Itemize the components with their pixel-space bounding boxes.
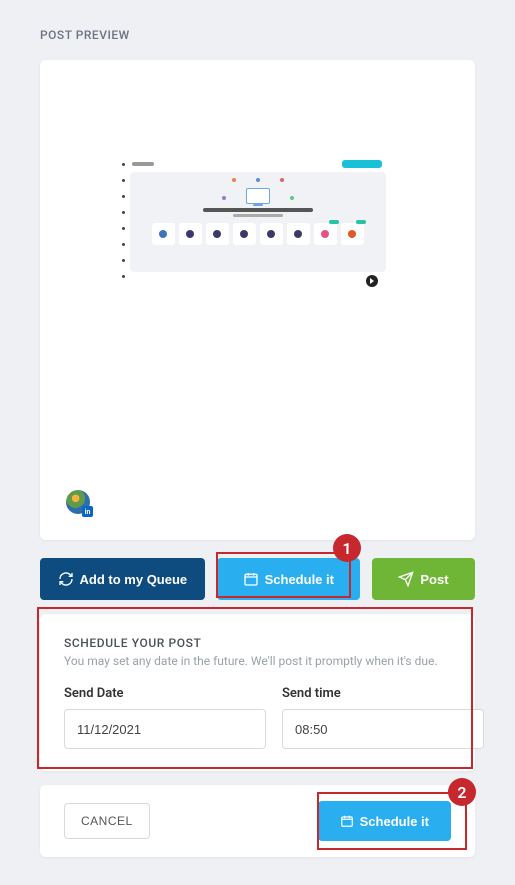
linkedin-globe-icon [66, 490, 90, 514]
cancel-button[interactable]: CANCEL [64, 803, 150, 839]
schedule-panel-subtitle: You may set any date in the future. We'l… [64, 654, 451, 668]
add-to-queue-button[interactable]: Add to my Queue [40, 558, 205, 600]
play-icon [366, 275, 378, 287]
post-button[interactable]: Post [372, 558, 475, 600]
preview-card [40, 60, 475, 540]
footer-actions: CANCEL Schedule it [40, 785, 475, 857]
confirm-schedule-label: Schedule it [360, 814, 429, 829]
send-icon [398, 571, 414, 587]
preview-thumbnail [128, 158, 388, 293]
refresh-icon [58, 571, 74, 587]
schedule-panel: SCHEDULE YOUR POST You may set any date … [40, 614, 475, 771]
send-time-label: Send time [282, 686, 484, 701]
schedule-it-button[interactable]: Schedule it [217, 558, 360, 600]
post-label: Post [420, 572, 448, 587]
send-date-input[interactable] [64, 709, 266, 749]
schedule-it-label: Schedule it [265, 572, 334, 587]
action-button-row: Add to my Queue Schedule it Post [40, 558, 475, 600]
section-title: POST PREVIEW [40, 28, 475, 42]
calendar-icon [340, 814, 354, 828]
schedule-panel-title: SCHEDULE YOUR POST [64, 636, 451, 650]
send-time-input[interactable] [282, 709, 484, 749]
calendar-icon [243, 571, 259, 587]
add-to-queue-label: Add to my Queue [80, 572, 188, 587]
confirm-schedule-button[interactable]: Schedule it [318, 801, 451, 841]
send-date-label: Send Date [64, 686, 266, 701]
